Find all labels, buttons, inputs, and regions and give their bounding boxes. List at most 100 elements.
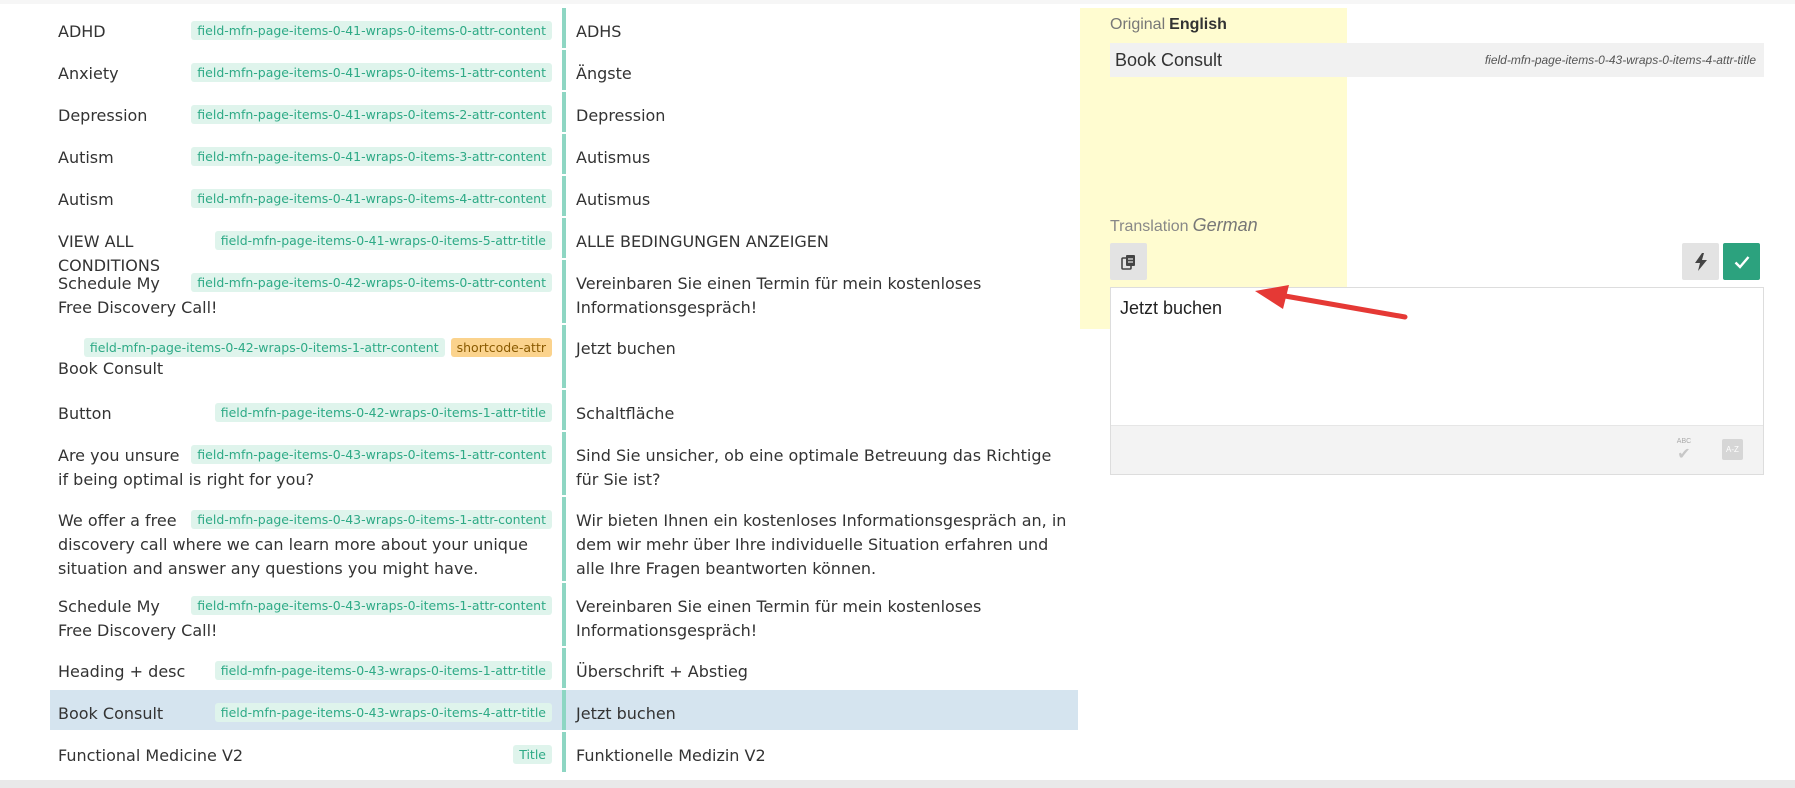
tag-group: field-mfn-page-items-0-41-wraps-0-items-… [191, 21, 552, 40]
source-cell[interactable]: field-mfn-page-items-0-41-wraps-0-items-… [50, 92, 562, 132]
list-row[interactable]: field-mfn-page-items-0-43-wraps-0-items-… [50, 690, 1078, 730]
tag-group: field-mfn-page-items-0-41-wraps-0-items-… [191, 147, 552, 166]
source-cell[interactable]: field-mfn-page-items-0-43-wraps-0-items-… [50, 432, 562, 495]
source-cell[interactable]: field-mfn-page-items-0-43-wraps-0-items-… [50, 690, 562, 730]
tag-group: field-mfn-page-items-0-41-wraps-0-items-… [191, 105, 552, 124]
tag-group: field-mfn-page-items-0-42-wraps-0-items-… [83, 338, 552, 357]
field-key-badge: field-mfn-page-items-0-41-wraps-0-items-… [214, 231, 552, 250]
list-row[interactable]: field-mfn-page-items-0-41-wraps-0-items-… [50, 8, 1078, 48]
translation-cell[interactable]: Wir bieten Ihnen ein kostenloses Informa… [566, 497, 1078, 581]
translation-cell[interactable]: Schaltfläche [566, 390, 1078, 430]
tag-group: field-mfn-page-items-0-43-wraps-0-items-… [214, 661, 552, 680]
source-text: Autism [58, 148, 114, 167]
source-cell[interactable]: field-mfn-page-items-0-41-wraps-0-items-… [50, 218, 562, 275]
source-cell[interactable]: field-mfn-page-items-0-42-wraps-0-items-… [50, 260, 562, 323]
translation-cell[interactable]: Sind Sie unsicher, ob eine optimale Betr… [566, 432, 1078, 495]
red-arrow-annotation [1255, 285, 1408, 320]
checkmark-icon [1734, 255, 1749, 269]
translation-cell[interactable]: Autismus [566, 134, 1078, 174]
source-cell[interactable]: field-mfn-page-items-0-43-wraps-0-items-… [50, 497, 562, 581]
spellcheck-button[interactable]: ABC ✔ [1674, 437, 1694, 463]
source-cell[interactable]: field-mfn-page-items-0-41-wraps-0-items-… [50, 176, 562, 216]
original-text-box: Book Consult field-mfn-page-items-0-43-w… [1110, 43, 1764, 77]
bottom-scrollbar[interactable] [0, 780, 1795, 788]
list-row[interactable]: field-mfn-page-items-0-43-wraps-0-items-… [50, 497, 1078, 581]
lightning-icon [1694, 252, 1707, 271]
translation-cell[interactable]: Funktionelle Medizin V2 [566, 732, 1078, 772]
translation-cell[interactable]: Jetzt buchen [566, 690, 1078, 730]
field-key-badge: field-mfn-page-items-0-41-wraps-0-items-… [191, 105, 552, 124]
translation-cell[interactable]: Vereinbaren Sie einen Termin für mein ko… [566, 583, 1078, 646]
string-list: field-mfn-page-items-0-41-wraps-0-items-… [50, 0, 1078, 780]
tag-group: field-mfn-page-items-0-43-wraps-0-items-… [191, 596, 552, 615]
tag-group: field-mfn-page-items-0-41-wraps-0-items-… [191, 189, 552, 208]
source-cell[interactable]: field-mfn-page-items-0-42-wraps-0-items-… [50, 325, 562, 388]
translation-cell[interactable]: ALLE BEDINGUNGEN ANZEIGEN [566, 218, 1078, 258]
field-key-badge: field-mfn-page-items-0-42-wraps-0-items-… [83, 338, 445, 357]
original-field-key: field-mfn-page-items-0-43-wraps-0-items-… [1484, 53, 1756, 67]
source-cell[interactable]: field-mfn-page-items-0-41-wraps-0-items-… [50, 50, 562, 90]
translation-cell[interactable]: Depression [566, 92, 1078, 132]
copy-original-button[interactable] [1110, 243, 1147, 280]
save-translation-button[interactable] [1723, 243, 1760, 280]
source-cell[interactable]: field-mfn-page-items-0-41-wraps-0-items-… [50, 8, 562, 48]
translation-cell[interactable]: Ängste [566, 50, 1078, 90]
source-text: Functional Medicine V2 [58, 746, 244, 765]
list-row[interactable]: field-mfn-page-items-0-41-wraps-0-items-… [50, 50, 1078, 90]
source-cell[interactable]: Title Functional Medicine V2 [50, 732, 562, 772]
source-cell[interactable]: field-mfn-page-items-0-43-wraps-0-items-… [50, 583, 562, 646]
list-row[interactable]: field-mfn-page-items-0-43-wraps-0-items-… [50, 583, 1078, 646]
field-key-badge: field-mfn-page-items-0-43-wraps-0-items-… [191, 596, 552, 615]
source-text: Autism [58, 190, 114, 209]
translation-cell[interactable]: Überschrift + Abstieg [566, 648, 1078, 688]
tag-group: field-mfn-page-items-0-43-wraps-0-items-… [191, 445, 552, 464]
original-language: English [1169, 16, 1227, 33]
original-label: Original [1110, 16, 1166, 33]
field-key-badge: field-mfn-page-items-0-43-wraps-0-items-… [191, 510, 552, 529]
list-row[interactable]: field-mfn-page-items-0-42-wraps-0-items-… [50, 325, 1078, 388]
source-cell[interactable]: field-mfn-page-items-0-43-wraps-0-items-… [50, 648, 562, 688]
tag-group: field-mfn-page-items-0-43-wraps-0-items-… [214, 703, 552, 722]
translation-cell[interactable]: Jetzt buchen [566, 325, 1078, 388]
source-text: Heading + desc [58, 662, 186, 681]
original-text: Book Consult [1115, 50, 1223, 70]
list-row[interactable]: field-mfn-page-items-0-42-wraps-0-items-… [50, 260, 1078, 323]
source-cell[interactable]: field-mfn-page-items-0-41-wraps-0-items-… [50, 134, 562, 174]
field-key-badge: field-mfn-page-items-0-41-wraps-0-items-… [191, 21, 552, 40]
source-text: Book Consult [58, 359, 164, 378]
tag-group: field-mfn-page-items-0-42-wraps-0-items-… [191, 273, 552, 292]
translation-cell[interactable]: Autismus [566, 176, 1078, 216]
original-header: Original English [1110, 16, 1227, 34]
source-text: ADHD [58, 22, 106, 41]
source-text: Anxiety [58, 64, 119, 83]
source-text: Book Consult [58, 704, 164, 723]
spellcheck-icon-label: ABC [1676, 438, 1692, 445]
list-row[interactable]: field-mfn-page-items-0-41-wraps-0-items-… [50, 134, 1078, 174]
dictionary-icon[interactable]: A-Z [1722, 439, 1743, 460]
textarea-footer: ABC ✔ A-Z [1111, 425, 1763, 474]
machine-translate-button[interactable] [1682, 243, 1719, 280]
list-row[interactable]: field-mfn-page-items-0-42-wraps-0-items-… [50, 390, 1078, 430]
source-text: Depression [58, 106, 148, 125]
translation-editor: Original English Book Consult field-mfn-p… [1080, 0, 1795, 788]
translation-header: Translation German [1110, 215, 1258, 236]
list-row[interactable]: Title Functional Medicine V2 Funktionelle … [50, 732, 1078, 772]
source-cell[interactable]: field-mfn-page-items-0-42-wraps-0-items-… [50, 390, 562, 430]
list-row[interactable]: field-mfn-page-items-0-41-wraps-0-items-… [50, 92, 1078, 132]
translation-cell[interactable]: ADHS [566, 8, 1078, 48]
translation-value[interactable]: Jetzt buchen [1120, 298, 1222, 319]
tag-group: field-mfn-page-items-0-41-wraps-0-items-… [191, 63, 552, 82]
translation-cell[interactable]: Vereinbaren Sie einen Termin für mein ko… [566, 260, 1078, 323]
translation-label: Translation [1110, 218, 1189, 235]
list-row[interactable]: field-mfn-page-items-0-41-wraps-0-items-… [50, 218, 1078, 275]
field-key-badge: field-mfn-page-items-0-42-wraps-0-items-… [214, 403, 552, 422]
translation-language: German [1192, 215, 1258, 235]
list-row[interactable]: field-mfn-page-items-0-41-wraps-0-items-… [50, 176, 1078, 216]
list-row[interactable]: field-mfn-page-items-0-43-wraps-0-items-… [50, 648, 1078, 688]
copy-icon [1120, 254, 1135, 270]
field-key-badge: field-mfn-page-items-0-43-wraps-0-items-… [191, 445, 552, 464]
tag-group: field-mfn-page-items-0-43-wraps-0-items-… [191, 510, 552, 529]
list-row[interactable]: field-mfn-page-items-0-43-wraps-0-items-… [50, 432, 1078, 495]
translation-textarea[interactable]: Jetzt buchen ABC ✔ A-Z [1110, 287, 1764, 475]
field-key-badge: Title [513, 745, 552, 764]
